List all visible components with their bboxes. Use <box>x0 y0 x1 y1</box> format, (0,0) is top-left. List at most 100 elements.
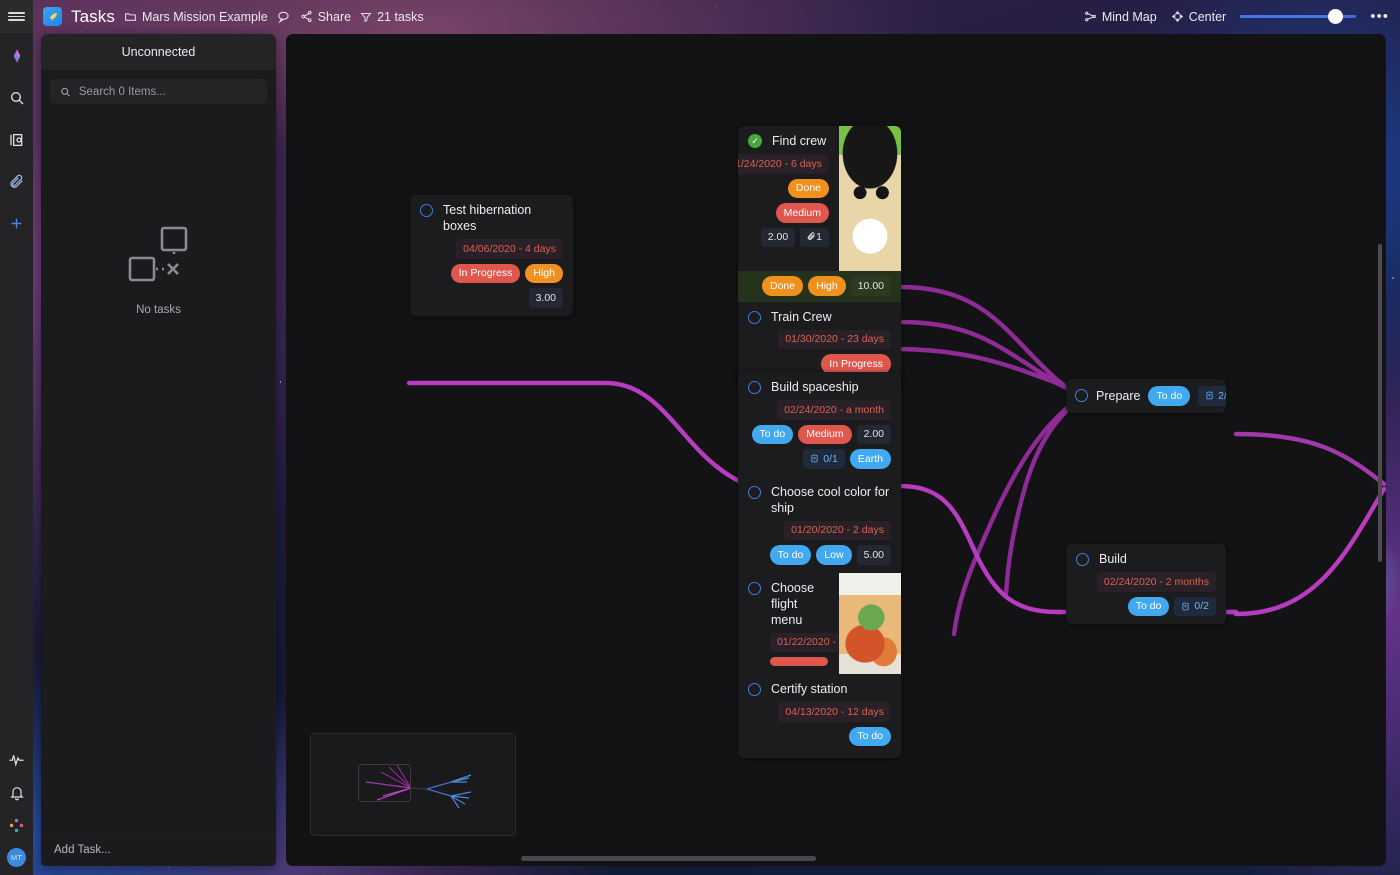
task-points: 2.00 <box>760 227 796 247</box>
paperclip-icon <box>807 232 815 240</box>
plus-icon[interactable] <box>0 207 33 240</box>
empty-circle-icon[interactable] <box>748 381 761 394</box>
search-box[interactable] <box>50 79 267 104</box>
empty-circle-icon[interactable] <box>748 581 761 595</box>
priority-badge[interactable]: High <box>525 263 563 283</box>
panel-title: Unconnected <box>41 34 276 70</box>
task-date: 02/24/2020 - a month <box>777 400 891 420</box>
activity-icon[interactable] <box>0 743 33 776</box>
subtask-progress[interactable]: 2/5 <box>1198 386 1226 406</box>
breadcrumb-board[interactable]: Mars Mission Example <box>124 10 268 24</box>
subtask-progress[interactable]: 0/1 <box>803 449 845 469</box>
mind-map-button[interactable]: Mind Map <box>1084 10 1157 24</box>
search-icon[interactable] <box>0 81 33 114</box>
task-node-find-crew-group[interactable]: ✓ Find crew 01/24/2020 - 6 days Done Med… <box>738 126 901 382</box>
filter-button[interactable]: 21 tasks <box>360 10 424 24</box>
task-title: Choose flight menu <box>771 580 815 627</box>
minimap-viewport[interactable] <box>358 764 411 802</box>
task-row-done[interactable]: Done High 10.00 <box>738 271 901 302</box>
empty-circle-icon[interactable] <box>1076 553 1089 566</box>
status-badge[interactable]: Done <box>787 178 829 198</box>
share-icon <box>301 10 312 23</box>
canvas-vertical-scrollbar[interactable] <box>1378 244 1382 562</box>
task-row[interactable]: Choose flight menu 01/22/2020 - 2 days <box>738 572 901 674</box>
task-node-test-hibernation[interactable]: Test hibernation boxes 04/06/2020 - 4 da… <box>410 195 573 316</box>
tag-badge[interactable]: Earth <box>849 449 891 469</box>
unconnected-panel: Unconnected No tasks Add Task... <box>41 34 276 866</box>
task-date: 04/13/2020 - 12 days <box>778 702 891 722</box>
task-points: 5.00 <box>856 545 891 565</box>
add-task-button[interactable]: Add Task... <box>41 833 276 866</box>
task-date: 02/24/2020 - 2 months <box>1096 572 1216 592</box>
minimap[interactable] <box>310 733 516 836</box>
status-badge[interactable]: To do <box>769 545 812 565</box>
empty-circle-icon[interactable] <box>1075 389 1088 403</box>
task-date: 01/20/2020 - 2 days <box>784 520 891 540</box>
task-date: 04/06/2020 - 4 days <box>456 239 563 259</box>
task-points: 3.00 <box>528 288 563 308</box>
status-badge[interactable]: To do <box>751 424 794 444</box>
empty-circle-icon[interactable] <box>420 204 433 217</box>
task-row[interactable]: ✓ Find crew 01/24/2020 - 6 days Done Med… <box>738 126 901 271</box>
status-badge[interactable]: In Progress <box>821 354 891 374</box>
mind-map-label: Mind Map <box>1101 9 1157 24</box>
task-row[interactable]: Choose cool color for ship 01/20/2020 - … <box>738 477 901 573</box>
panel-empty-state: No tasks <box>41 104 276 833</box>
status-badge[interactable]: In Progress <box>450 263 521 283</box>
empty-circle-icon[interactable] <box>748 310 761 324</box>
status-badge[interactable]: To do <box>849 726 891 746</box>
ellipsis-icon[interactable]: ••• <box>1370 9 1389 24</box>
task-row[interactable]: Train Crew 01/30/2020 - 23 days In Progr… <box>738 302 901 382</box>
bell-icon[interactable] <box>0 776 33 809</box>
task-node-build-group[interactable]: Build spaceship 02/24/2020 - a month To … <box>738 372 901 758</box>
task-row[interactable]: Certify station 04/13/2020 - 12 days To … <box>738 674 901 758</box>
task-row[interactable]: Prepare To do 2/5 <box>1066 379 1226 413</box>
status-badge[interactable]: To do <box>1148 386 1191 406</box>
task-title: Find crew <box>772 134 827 148</box>
empty-circle-icon[interactable] <box>748 683 761 696</box>
task-node-prepare[interactable]: Prepare To do 2/5 <box>1066 379 1226 413</box>
mindmap-canvas[interactable]: Test hibernation boxes 04/06/2020 - 4 da… <box>286 34 1386 866</box>
paperclip-icon[interactable] <box>0 165 33 198</box>
avatar[interactable]: MT <box>7 848 26 867</box>
zoom-slider[interactable] <box>1240 9 1357 24</box>
status-badge[interactable]: To do <box>1127 596 1170 616</box>
task-title: Build spaceship <box>771 380 859 394</box>
task-node-build[interactable]: Build 02/24/2020 - 2 months To do 0/2 <box>1066 544 1226 624</box>
task-title: Build <box>1099 552 1127 566</box>
panel-empty-label: No tasks <box>136 304 181 316</box>
status-badge[interactable]: Done <box>762 276 804 296</box>
priority-badge[interactable]: High <box>808 276 846 296</box>
comment-icon[interactable] <box>277 10 291 24</box>
task-row[interactable]: Test hibernation boxes 04/06/2020 - 4 da… <box>410 195 573 316</box>
status-badge[interactable] <box>770 657 828 666</box>
filter-icon <box>360 12 372 22</box>
hamburger-icon[interactable] <box>0 0 33 33</box>
priority-badge[interactable]: Low <box>816 545 852 565</box>
share-label: Share <box>317 9 352 24</box>
left-icon-rail: MT <box>0 33 33 875</box>
mind-map-icon <box>1084 11 1096 22</box>
empty-circle-icon[interactable] <box>748 485 761 499</box>
task-row[interactable]: Build spaceship 02/24/2020 - a month To … <box>738 372 901 477</box>
sparkle-icon[interactable] <box>0 809 33 842</box>
subtask-progress[interactable]: 0/2 <box>1174 596 1216 616</box>
minimap-graph <box>365 764 472 809</box>
board-icon[interactable] <box>0 123 33 156</box>
task-thumbnail-avatar <box>839 126 901 271</box>
priority-badge[interactable]: Medium <box>775 203 829 223</box>
center-label: Center <box>1188 9 1227 24</box>
check-circle-icon[interactable]: ✓ <box>748 134 762 148</box>
checklist-icon <box>1206 391 1213 400</box>
priority-badge[interactable]: Medium <box>798 424 852 444</box>
center-icon <box>1171 10 1183 23</box>
top-bar: Tasks Mars Mission Example Share 21 task… <box>0 0 1400 33</box>
canvas-horizontal-scrollbar[interactable] <box>521 856 816 861</box>
center-button[interactable]: Center <box>1171 9 1227 24</box>
search-input[interactable] <box>78 85 257 98</box>
share-button[interactable]: Share <box>300 10 351 24</box>
task-count: 21 tasks <box>377 9 424 24</box>
zoom-slider-knob[interactable] <box>1328 9 1344 24</box>
task-row[interactable]: Build 02/24/2020 - 2 months To do 0/2 <box>1066 544 1226 624</box>
brand-logo-icon[interactable] <box>0 39 33 72</box>
